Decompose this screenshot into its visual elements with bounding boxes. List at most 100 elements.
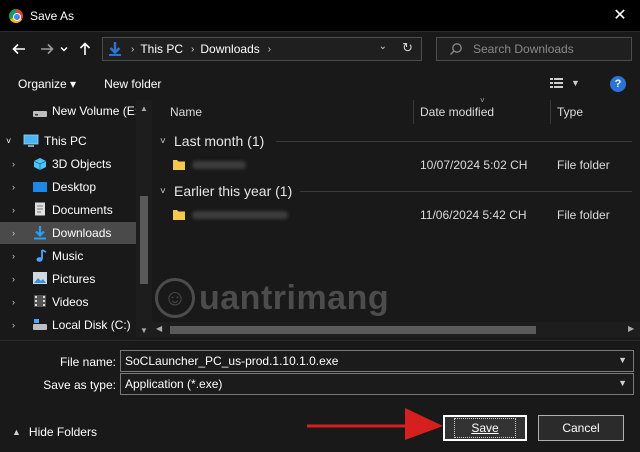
chevron-right-icon[interactable]: ›: [12, 159, 15, 169]
search-placeholder: Search Downloads: [473, 42, 574, 56]
chevron-down-icon[interactable]: ▼: [618, 378, 627, 388]
window-title: Save As: [30, 8, 75, 23]
scrollbar-thumb[interactable]: [140, 196, 148, 284]
blurred-file-name: [192, 161, 246, 169]
group-header-last-month[interactable]: ˅ Last month (1): [160, 131, 264, 151]
nav-item-pictures[interactable]: › Pictures: [0, 268, 136, 290]
downloads-icon: [34, 226, 46, 240]
search-box[interactable]: Search Downloads: [436, 37, 632, 61]
column-header-name[interactable]: Name: [170, 100, 202, 124]
chevron-right-icon[interactable]: ›: [12, 320, 15, 330]
chevron-right-icon[interactable]: ›: [12, 251, 15, 261]
save-button[interactable]: Save: [443, 415, 527, 441]
breadcrumb-separator: ›: [131, 43, 135, 55]
nav-item-new-volume[interactable]: New Volume (E:): [0, 100, 142, 122]
pictures-icon: [33, 272, 47, 284]
chevron-up-icon: ▲: [12, 427, 21, 437]
arrow-left-icon[interactable]: [8, 38, 30, 60]
column-header-date[interactable]: Date modified: [420, 100, 494, 124]
drive-icon: [33, 319, 47, 330]
scroll-right-icon[interactable]: ▶: [628, 324, 634, 333]
column-divider[interactable]: [550, 100, 551, 124]
file-date: 11/06/2024 5:42 CH: [420, 208, 527, 222]
computer-icon: [23, 134, 39, 147]
scroll-down-icon[interactable]: ▼: [140, 326, 148, 335]
nav-item-local-disk[interactable]: › Local Disk (C:): [0, 314, 136, 336]
cancel-button[interactable]: Cancel: [538, 415, 624, 441]
nav-item-videos[interactable]: › Videos: [0, 291, 136, 313]
breadcrumb-separator: ›: [267, 43, 272, 55]
chevron-down-icon[interactable]: ˅: [160, 136, 174, 147]
close-icon[interactable]: ✕: [610, 6, 630, 26]
scrollbar-thumb[interactable]: [170, 326, 536, 334]
address-dropdown-icon[interactable]: ⌄: [379, 41, 387, 52]
chevron-down-icon[interactable]: ˅: [160, 186, 174, 197]
videos-icon: [34, 295, 46, 307]
chevron-right-icon[interactable]: ›: [12, 205, 15, 215]
list-item[interactable]: 11/06/2024 5:42 CH File folder: [152, 204, 640, 226]
file-name-value: SoCLauncher_PC_us-prod.1.10.1.0.exe: [125, 354, 339, 368]
view-options-button[interactable]: ▼: [549, 76, 580, 90]
command-toolbar: Organize ▾ New folder ▼ ?: [0, 68, 640, 100]
chevron-down-icon[interactable]: ˅: [6, 136, 11, 146]
music-icon: [36, 249, 47, 262]
download-arrow-icon: [109, 42, 121, 56]
blurred-file-name: [192, 211, 288, 219]
column-divider[interactable]: [413, 100, 414, 124]
group-divider: [276, 141, 632, 142]
chevron-right-icon[interactable]: ›: [12, 297, 15, 307]
chevron-right-icon[interactable]: ›: [12, 182, 15, 192]
list-item[interactable]: 10/07/2024 5:02 CH File folder: [152, 154, 640, 176]
file-list-horizontal-scrollbar[interactable]: ◀ ▶: [152, 322, 640, 338]
breadcrumb-separator: ›: [191, 43, 195, 55]
folder-icon: [173, 210, 185, 220]
arrow-right-icon[interactable]: [36, 38, 58, 60]
nav-item-downloads[interactable]: › Downloads: [0, 222, 136, 244]
nav-item-this-pc[interactable]: ˅ This PC: [0, 130, 136, 152]
new-folder-button[interactable]: New folder: [104, 77, 161, 91]
details-view-icon: [550, 78, 563, 88]
chevron-down-icon[interactable]: [58, 38, 70, 60]
save-type-select[interactable]: Application (*.exe) ▼: [120, 373, 634, 395]
file-type: File folder: [557, 208, 610, 222]
3d-objects-icon: [33, 158, 47, 170]
navigation-pane: New Volume (E:) ˅ This PC › 3D Objects ›…: [0, 100, 152, 338]
group-divider: [300, 191, 632, 192]
scroll-left-icon[interactable]: ◀: [156, 324, 162, 333]
navigation-bar: › This PC › Downloads › ⌄ ↻ Search Downl…: [0, 32, 640, 66]
breadcrumb-downloads[interactable]: Downloads: [200, 42, 259, 56]
address-bar[interactable]: › This PC › Downloads › ⌄ ↻: [102, 37, 422, 61]
file-name-label: File name:: [59, 355, 116, 369]
red-annotation-arrow-icon: [307, 408, 443, 440]
nav-item-documents[interactable]: › Documents: [0, 199, 136, 221]
file-type: File folder: [557, 158, 610, 172]
file-name-input[interactable]: SoCLauncher_PC_us-prod.1.10.1.0.exe ▼: [120, 350, 634, 372]
documents-icon: [35, 202, 45, 216]
nav-pane-scrollbar[interactable]: ▲ ▼: [136, 100, 152, 338]
view-dropdown-icon: ▼: [571, 78, 580, 88]
breadcrumb-this-pc[interactable]: This PC: [140, 42, 183, 56]
watermark-logo-icon: ☺: [155, 278, 195, 318]
desktop-icon: [33, 182, 47, 192]
scroll-up-icon[interactable]: ▲: [140, 104, 148, 113]
search-icon: [450, 43, 462, 55]
watermark: ☺ uantrimang: [155, 278, 389, 318]
chevron-right-icon[interactable]: ›: [12, 228, 15, 238]
chevron-down-icon[interactable]: ▼: [618, 355, 627, 365]
organize-button[interactable]: Organize ▾: [18, 77, 76, 91]
hide-folders-button[interactable]: ▲ Hide Folders: [12, 425, 97, 439]
nav-item-desktop[interactable]: › Desktop: [0, 176, 136, 198]
arrow-up-icon[interactable]: [74, 38, 96, 60]
group-header-earlier-this-year[interactable]: ˅ Earlier this year (1): [160, 181, 292, 201]
drive-icon: [33, 111, 47, 117]
save-type-label: Save as type:: [43, 378, 116, 392]
nav-item-music[interactable]: › Music: [0, 245, 136, 267]
folder-icon: [173, 160, 185, 170]
column-header-type[interactable]: Type: [557, 100, 583, 124]
title-bar: Save As ✕: [0, 0, 640, 32]
chevron-right-icon[interactable]: ›: [12, 274, 15, 284]
file-date: 10/07/2024 5:02 CH: [420, 158, 528, 172]
nav-item-3d-objects[interactable]: › 3D Objects: [0, 153, 136, 175]
help-icon[interactable]: ?: [610, 76, 626, 92]
refresh-icon[interactable]: ↻: [402, 40, 413, 56]
